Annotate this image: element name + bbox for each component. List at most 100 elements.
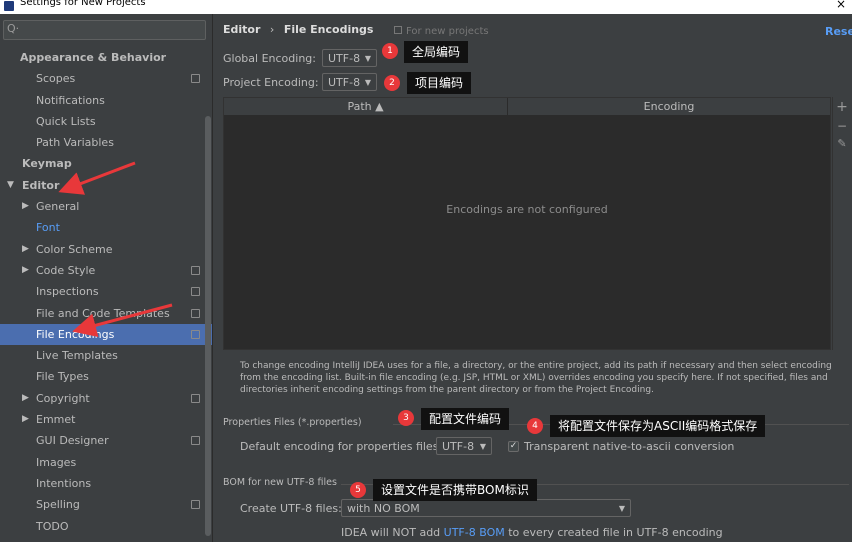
sidebar-item-color-scheme[interactable]: ▶ Color Scheme <box>0 239 212 260</box>
properties-default-label: Default encoding for properties files: <box>240 440 443 453</box>
breadcrumb-parent: Editor <box>223 23 261 36</box>
sidebar-item-label: Quick Lists <box>36 114 96 128</box>
settings-tree: Appearance & Behavior Scopes Notifications… <box>0 47 212 537</box>
sidebar-item-label: General <box>36 200 80 214</box>
global-encoding-value: UTF-8 <box>328 52 361 65</box>
sidebar-item-general[interactable]: ▶ General <box>0 196 212 217</box>
sidebar-scrollbar[interactable] <box>205 116 211 536</box>
sidebar-item-todo[interactable]: TODO <box>0 516 212 537</box>
sidebar-item-label: Images <box>36 455 77 469</box>
properties-section-title: Properties Files (*.properties) <box>223 417 362 428</box>
sidebar-item-label: GUI Designer <box>36 434 109 448</box>
project-scope-icon <box>191 287 200 297</box>
sidebar-item-label: Notifications <box>36 93 105 107</box>
edit-icon[interactable]: ✎ <box>833 137 851 150</box>
sidebar-item-file-types[interactable]: File Types <box>0 366 212 387</box>
sidebar-item-label: Editor <box>22 178 60 192</box>
annotation-badge-4: 4 <box>527 418 543 434</box>
close-icon[interactable]: × <box>836 0 846 11</box>
chevron-down-icon: ▼ <box>364 54 371 63</box>
annotation-badge-2: 2 <box>384 75 400 91</box>
sidebar-item-label: Code Style <box>36 263 96 277</box>
project-scope-icon <box>191 74 200 84</box>
project-encoding-value: UTF-8 <box>328 76 361 89</box>
sidebar-item-spelling[interactable]: Spelling <box>0 494 212 515</box>
sidebar-item-copyright[interactable]: ▶ Copyright <box>0 388 212 409</box>
sidebar-item-label: TODO <box>36 519 69 533</box>
bom-note-suffix: to every created file in UTF-8 encoding <box>504 526 723 539</box>
sidebar-item-label: Color Scheme <box>36 242 113 256</box>
chevron-right-icon[interactable]: ▶ <box>22 409 29 430</box>
chevron-right-icon[interactable]: ▶ <box>22 388 29 409</box>
project-encoding-select[interactable]: UTF-8 ▼ <box>322 73 377 91</box>
chevron-down-icon: ▼ <box>479 442 486 451</box>
reset-link[interactable]: Reset <box>825 25 852 38</box>
global-encoding-select[interactable]: UTF-8 ▼ <box>322 49 377 67</box>
app-icon <box>4 1 14 11</box>
chevron-down-icon: ▼ <box>364 78 371 87</box>
annotation-badge-1: 1 <box>382 43 398 59</box>
remove-icon[interactable]: − <box>833 119 851 133</box>
sidebar-item-label: File and Code Templates <box>36 306 170 320</box>
sidebar-item-label: File Types <box>36 370 89 384</box>
utf8-bom-link[interactable]: UTF-8 BOM <box>444 526 505 539</box>
for-new-projects-hint: For new projects <box>394 26 489 37</box>
search-input[interactable]: Q· <box>3 20 206 40</box>
sidebar-item-emmet[interactable]: ▶ Emmet <box>0 409 212 430</box>
sidebar-item-inspections[interactable]: Inspections <box>0 281 212 302</box>
breadcrumb-current: File Encodings <box>283 23 374 36</box>
chevron-down-icon: ▼ <box>618 504 625 513</box>
breadcrumb-separator: › <box>269 23 275 36</box>
sidebar-item-path-variables[interactable]: Path Variables <box>0 132 212 153</box>
sidebar-item-label: Copyright <box>36 391 90 405</box>
sidebar-item-keymap[interactable]: Keymap <box>0 153 212 174</box>
annotation-callout-3: 配置文件编码 <box>421 408 510 430</box>
settings-sidebar: Q· Appearance & Behavior Scopes Notificati… <box>0 14 213 542</box>
sidebar-item-editor[interactable]: ▼ Editor <box>0 175 212 196</box>
chevron-right-icon[interactable]: ▶ <box>22 239 29 260</box>
sidebar-item-images[interactable]: Images <box>0 452 212 473</box>
table-header: Path ▲ Encoding <box>224 98 830 116</box>
annotation-callout-1: 全局编码 <box>404 41 469 63</box>
column-header-encoding[interactable]: Encoding <box>508 98 830 115</box>
transparent-ascii-checkbox[interactable]: ✓ <box>508 441 519 452</box>
chevron-right-icon[interactable]: ▶ <box>22 260 29 281</box>
global-encoding-label: Global Encoding: <box>223 52 316 65</box>
sidebar-item-font[interactable]: Font <box>0 217 212 238</box>
project-scope-icon <box>191 436 200 446</box>
title-bar: Settings for New Projects × <box>0 0 852 14</box>
chevron-down-icon[interactable]: ▼ <box>7 175 14 196</box>
properties-encoding-select[interactable]: UTF-8 ▼ <box>436 437 492 455</box>
project-scope-icon <box>191 329 200 339</box>
bom-create-select[interactable]: with NO BOM ▼ <box>341 499 631 517</box>
properties-encoding-value: UTF-8 <box>442 440 475 453</box>
breadcrumb: Editor › File Encodings <box>223 23 373 36</box>
add-icon[interactable]: + <box>833 99 851 115</box>
sidebar-item-appearance-behavior[interactable]: Appearance & Behavior <box>0 47 212 68</box>
sidebar-item-scopes[interactable]: Scopes <box>0 68 212 89</box>
search-icon: Q· <box>7 22 20 35</box>
encoding-description: To change encoding IntelliJ IDEA uses fo… <box>240 361 832 395</box>
window-title: Settings for New Projects <box>20 0 146 8</box>
column-header-path[interactable]: Path ▲ <box>224 98 508 115</box>
sidebar-item-label: Inspections <box>36 285 99 299</box>
project-scope-icon <box>191 265 200 275</box>
sidebar-item-live-templates[interactable]: Live Templates <box>0 345 212 366</box>
sidebar-item-code-style[interactable]: ▶ Code Style <box>0 260 212 281</box>
sidebar-item-file-encodings[interactable]: File Encodings <box>0 323 212 346</box>
project-icon <box>394 26 402 34</box>
sidebar-item-quick-lists[interactable]: Quick Lists <box>0 111 212 132</box>
sidebar-item-label: Path Variables <box>36 136 114 150</box>
annotation-callout-2: 项目编码 <box>407 72 472 94</box>
sidebar-item-label: File Encodings <box>36 327 115 341</box>
project-scope-icon <box>191 500 200 510</box>
sidebar-item-gui-designer[interactable]: GUI Designer <box>0 430 212 451</box>
project-encoding-label: Project Encoding: <box>223 76 319 89</box>
sidebar-item-notifications[interactable]: Notifications <box>0 90 212 111</box>
chevron-right-icon[interactable]: ▶ <box>22 196 29 217</box>
sidebar-item-intentions[interactable]: Intentions <box>0 473 212 494</box>
path-encoding-table[interactable]: Path ▲ Encoding Encodings are not config… <box>223 97 831 350</box>
sidebar-item-file-and-code-templates[interactable]: File and Code Templates <box>0 303 212 324</box>
sidebar-item-label: Intentions <box>36 476 92 490</box>
table-toolbar: + − ✎ <box>832 97 851 350</box>
